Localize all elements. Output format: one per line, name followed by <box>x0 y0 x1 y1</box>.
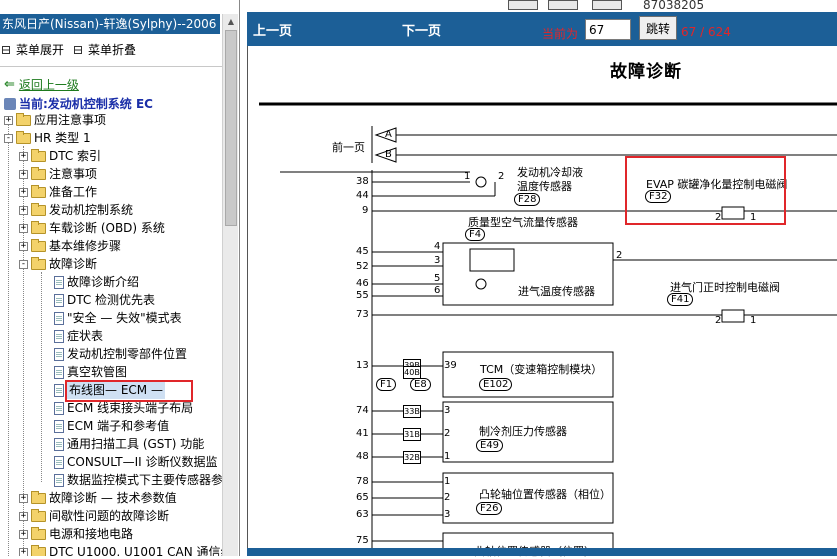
pin-number: 3 <box>434 255 441 266</box>
inline-connector: 33B <box>403 405 421 418</box>
pin-number: 1 <box>444 451 451 462</box>
pin-number: 3 <box>444 509 451 520</box>
ecm-terminal: 75 <box>356 535 369 546</box>
connector-id: E49 <box>476 439 504 452</box>
pin-number: 5 <box>434 273 441 284</box>
inline-connector: 32B <box>403 451 421 464</box>
pin-number: 4 <box>434 241 441 252</box>
ecm-terminal: 44 <box>356 190 369 201</box>
ecm-terminal: 78 <box>356 476 369 487</box>
maf-element <box>469 248 515 272</box>
wiring-diagram <box>259 102 837 556</box>
pin-number: 6 <box>434 285 441 296</box>
ecm-terminal: 48 <box>356 451 369 462</box>
ivt-coil <box>721 309 745 323</box>
refrigerant-sensor-name: 制冷剂压力传感器 <box>479 425 567 438</box>
coolant-sensor-name: 温度传感器 <box>517 180 572 193</box>
ecm-terminal: 38 <box>356 176 369 187</box>
pin-number: 2 <box>444 492 451 503</box>
connector-id: E102 <box>479 378 513 391</box>
thermistor <box>475 278 487 290</box>
connector-id: F28 <box>514 193 541 206</box>
connector-id: F4 <box>465 228 486 241</box>
pin-number: 2 <box>715 315 722 326</box>
ecm-terminal: 52 <box>356 261 369 272</box>
pin-number: 1 <box>750 315 757 326</box>
ecm-terminal: 74 <box>356 405 369 416</box>
cmp-sensor-name: 凸轮轴位置传感器（相位） <box>479 488 611 501</box>
ecm-terminal: 9 <box>362 205 369 216</box>
tcm-name: TCM（变速箱控制模块） <box>480 363 603 376</box>
pin-number: 39 <box>444 360 457 371</box>
pin-number: 3 <box>444 405 451 416</box>
inline-connector: 40B <box>403 366 421 379</box>
bottom-bar <box>247 548 837 556</box>
bus-b-label: B <box>385 149 392 160</box>
pin-number: 1 <box>444 476 451 487</box>
connector-id: E8 <box>410 378 431 391</box>
connector-id: F26 <box>476 502 503 515</box>
ecm-terminal: 45 <box>356 246 369 257</box>
ecm-terminal: 63 <box>356 509 369 520</box>
ecm-terminal: 13 <box>356 360 369 371</box>
pin-number: 1 <box>464 171 471 182</box>
pin-number: 2 <box>715 212 722 223</box>
pin-number: 2 <box>616 250 623 261</box>
pin-number: 2 <box>444 428 451 439</box>
ecm-terminal: 55 <box>356 290 369 301</box>
ecm-terminal: 73 <box>356 309 369 320</box>
maf-sensor-name: 质量型空气流量传感器 <box>468 216 578 229</box>
ecm-terminal: 41 <box>356 428 369 439</box>
ecm-terminal: 65 <box>356 492 369 503</box>
connector-id: F1 <box>376 378 397 391</box>
highlight-box <box>625 156 786 225</box>
pin-number: 1 <box>750 212 757 223</box>
thermistor <box>475 176 487 188</box>
pin-number: 2 <box>498 171 505 182</box>
iat-sensor-name: 进气温度传感器 <box>518 285 595 298</box>
inline-connector: 31B <box>403 428 421 441</box>
connector-id: F41 <box>667 293 694 306</box>
bus-a-label: A <box>385 129 392 140</box>
prev-page-ref: 前一页 <box>332 141 365 154</box>
ecm-terminal: 46 <box>356 278 369 289</box>
